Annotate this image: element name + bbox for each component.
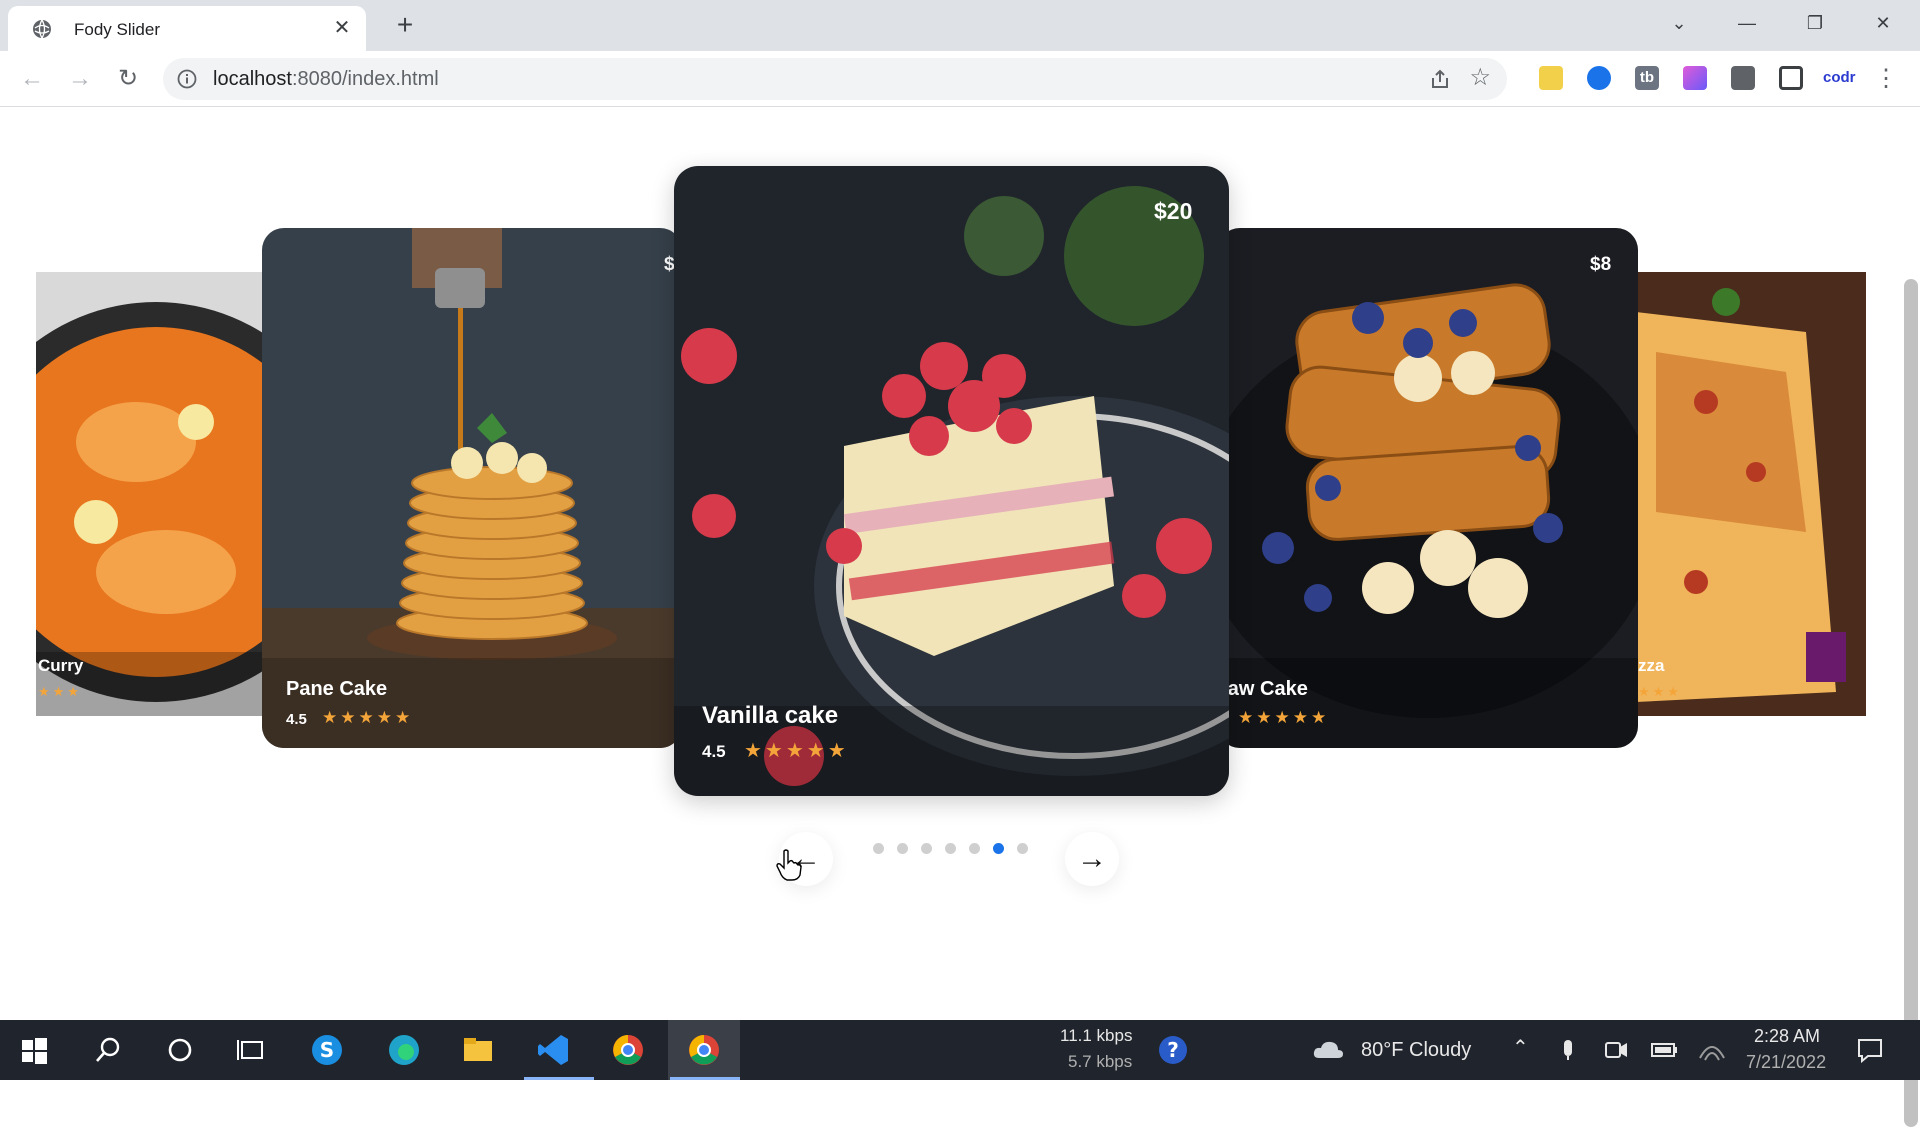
network-upload-speed: 11.1 kbps (1060, 1026, 1133, 1045)
task-view-icon[interactable] (234, 1032, 270, 1068)
tab-title: Fody Slider (74, 20, 160, 39)
minimize-button[interactable]: — (1724, 6, 1770, 40)
address-bar[interactable]: localhost:8080/index.html ☆ (163, 58, 1507, 100)
restore-button[interactable]: ❐ (1792, 6, 1838, 40)
pagination-dot-2[interactable] (897, 843, 908, 854)
tb-icon[interactable]: tb (1635, 66, 1659, 90)
curry-image (36, 272, 266, 716)
pagination-dot-7[interactable] (1017, 843, 1028, 854)
info-icon[interactable] (177, 69, 197, 89)
slide-card-vanilla-cake[interactable]: $20 Vanilla cake 4.5 ★★★★★ (674, 166, 1229, 796)
puzzle-extension-icon[interactable] (1731, 66, 1755, 90)
card-rating: 4.5 (702, 742, 726, 761)
pancake-image (262, 228, 682, 748)
rating-stars: ★★★ (1638, 684, 1682, 699)
show-hidden-icons-icon[interactable]: ⌃ (1512, 1035, 1529, 1060)
pen-icon[interactable] (1683, 66, 1707, 90)
card-name: zza (1638, 656, 1665, 675)
url-text[interactable]: localhost:8080/index.html (213, 68, 439, 91)
tab-strip: Fody Slider ✕ + ⌄ — ❐ ✕ (0, 0, 1920, 51)
pizza-image (1636, 272, 1866, 716)
rating-stars: ★★★★★ (744, 740, 849, 762)
globe-icon (33, 19, 51, 39)
side-panel-icon[interactable] (1779, 66, 1803, 90)
clock-date[interactable]: 7/21/2022 (1746, 1052, 1826, 1073)
skype-icon[interactable]: S (309, 1032, 345, 1068)
codr-icon[interactable]: codr (1823, 66, 1859, 90)
rating-stars: ★★★ (38, 684, 82, 699)
card-price: $8 (1590, 254, 1612, 275)
svg-text:?: ? (1167, 1038, 1179, 1062)
pagination-dot-6[interactable] (993, 843, 1004, 854)
screen-recorder-icon[interactable] (1587, 66, 1611, 90)
card-price: $20 (1154, 198, 1193, 224)
weather-text[interactable]: 80°F Cloudy (1361, 1039, 1471, 1062)
battery-icon[interactable] (1646, 1032, 1682, 1068)
chrome-active-icon[interactable] (686, 1032, 722, 1068)
pagination-dot-1[interactable] (873, 843, 884, 854)
cortana-icon[interactable] (162, 1032, 198, 1068)
edge-icon[interactable] (386, 1032, 422, 1068)
microphone-icon[interactable] (1550, 1032, 1586, 1068)
search-icon[interactable] (90, 1032, 126, 1068)
help-icon[interactable]: ? (1155, 1032, 1191, 1068)
meet-now-icon[interactable] (1598, 1032, 1634, 1068)
sheets-icon[interactable] (1539, 66, 1563, 90)
rating-stars: ★★★★★ (322, 708, 414, 727)
card-name: raw Cake (1220, 678, 1308, 700)
new-tab-button[interactable]: + (388, 10, 422, 44)
card-rating: 4.5 (286, 711, 307, 728)
cloud-weather-icon (1313, 1041, 1343, 1058)
pagination-dot-4[interactable] (945, 843, 956, 854)
clock-time[interactable]: 2:28 AM (1754, 1026, 1820, 1047)
url-host: localhost (213, 68, 292, 90)
next-slide-button[interactable]: → (1065, 832, 1119, 886)
slide-card-raw-cake[interactable]: $8 raw Cake ★★★★★ (1218, 228, 1638, 748)
card-name: Curry (38, 656, 84, 675)
browser-toolbar: ← → ↻ localhost:8080/index.html ☆ tb cod… (0, 51, 1920, 107)
slide-card-pizza[interactable]: zza ★★★ (1636, 272, 1866, 716)
card-name: Pane Cake (286, 678, 388, 700)
tab-fody-slider[interactable]: Fody Slider ✕ (8, 6, 366, 51)
slide-card-pane-cake[interactable]: $ Pane Cake 4.5 ★★★★★ (262, 228, 682, 748)
hand-cursor-icon (776, 849, 802, 881)
pagination-dot-3[interactable] (921, 843, 932, 854)
wifi-icon[interactable] (1694, 1032, 1730, 1068)
file-explorer-icon[interactable] (460, 1032, 496, 1068)
svg-text:S: S (320, 1038, 334, 1062)
page-viewport: Curry ★★★ zza ★★★ $ Pane Cake 4.5 ★★★★★ … (0, 107, 1920, 1127)
card-price: $ (664, 254, 675, 275)
reload-button[interactable]: ↻ (112, 63, 144, 95)
chrome-menu-button[interactable]: ⋮ (1870, 63, 1902, 95)
vscode-icon[interactable] (535, 1032, 571, 1068)
page-scrollbar[interactable] (1904, 279, 1918, 1127)
bookmark-star-icon[interactable]: ☆ (1469, 66, 1491, 90)
rating-stars: ★★★★★ (1238, 708, 1330, 727)
close-window-button[interactable]: ✕ (1860, 6, 1906, 40)
notification-center-icon[interactable] (1852, 1032, 1888, 1068)
url-path: :8080/index.html (291, 68, 439, 90)
slide-card-curry[interactable]: Curry ★★★ (36, 272, 266, 716)
share-icon[interactable] (1429, 68, 1451, 90)
tab-search-icon[interactable]: ⌄ (1656, 6, 1702, 40)
windows-taskbar: S 11.1 kbps 5.7 kbps ? 80°F Cloudy ⌃ 2:2… (0, 1020, 1920, 1080)
chrome-icon[interactable] (610, 1032, 646, 1068)
forward-button[interactable]: → (64, 63, 96, 95)
tab-close-icon[interactable]: ✕ (330, 16, 354, 40)
start-icon[interactable] (16, 1032, 52, 1068)
network-download-speed: 5.7 kbps (1068, 1052, 1133, 1071)
pagination-dot-5[interactable] (969, 843, 980, 854)
back-button[interactable]: ← (16, 63, 48, 95)
french-toast-image (1218, 228, 1638, 748)
card-name: Vanilla cake (702, 702, 839, 729)
